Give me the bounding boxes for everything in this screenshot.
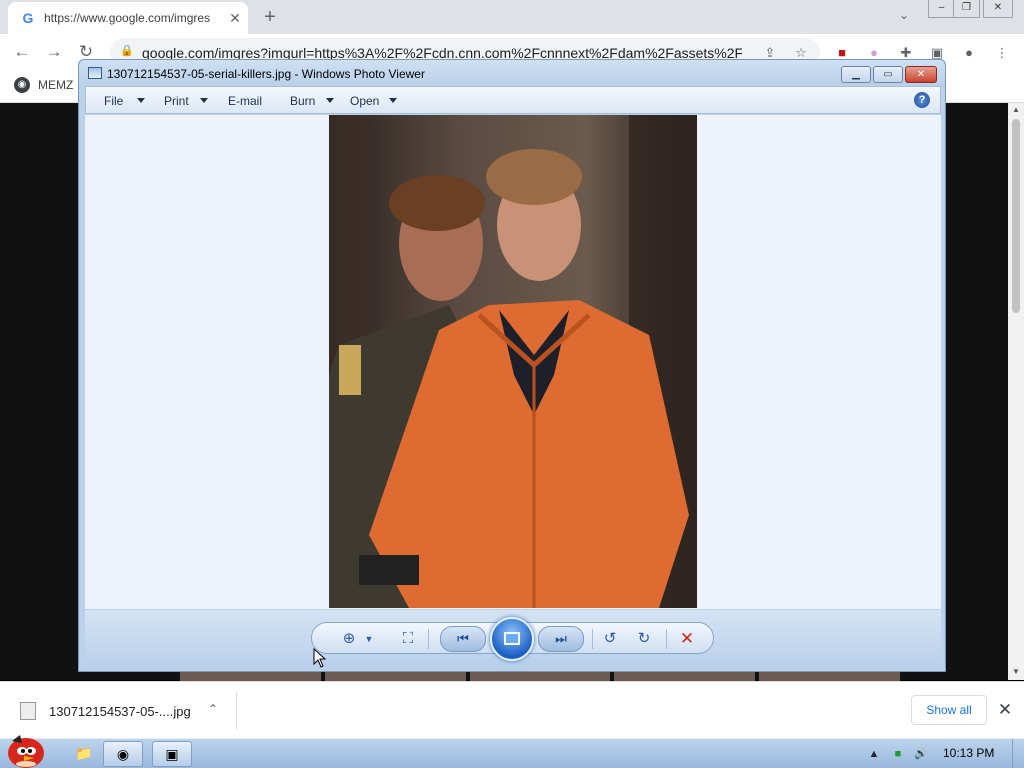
help-icon[interactable]: ? xyxy=(914,92,930,108)
globe-icon: ◉ xyxy=(14,77,30,93)
tab-google-images[interactable]: G https://www.google.com/imgres ✕ xyxy=(8,2,248,34)
pv-maximize-button[interactable]: ▭ xyxy=(873,66,903,83)
back-arrow-icon[interactable]: ← xyxy=(11,42,33,62)
control-bar: ⊕ ▼ ⛶ ⏮ ⏭ ↺ ↻ ✕ xyxy=(311,617,714,661)
previous-button[interactable]: ⏮ xyxy=(440,626,486,652)
close-button[interactable]: ✕ xyxy=(983,0,1013,18)
open-dropdown-icon[interactable] xyxy=(389,98,397,103)
divider xyxy=(236,692,237,730)
menu-email[interactable]: E-mail xyxy=(228,94,262,108)
mouse-cursor-icon xyxy=(313,648,327,668)
tray-expand-icon[interactable]: ▲ xyxy=(867,747,881,761)
photo-viewer-app-icon xyxy=(88,67,102,79)
volume-icon[interactable]: 🔊 xyxy=(914,747,928,761)
image-file-icon xyxy=(20,702,36,720)
slideshow-icon xyxy=(504,632,520,645)
photo-image xyxy=(329,115,697,608)
chrome-taskbar-icon[interactable]: ◉ xyxy=(103,741,143,767)
pv-minimize-button[interactable]: ▁ xyxy=(841,66,871,83)
downloads-bar: 130712154537-05-....jpg ⌃ Show all ✕ xyxy=(0,681,1024,738)
photo-viewer-title: 130712154537-05-serial-killers.jpg - Win… xyxy=(107,67,425,81)
photo-canvas xyxy=(85,115,941,609)
menu-burn[interactable]: Burn xyxy=(290,94,315,108)
slideshow-button[interactable] xyxy=(490,617,534,661)
tab-close-icon[interactable]: ✕ xyxy=(226,9,244,27)
tab-strip: G https://www.google.com/imgres ✕ + ⌄ ‒ … xyxy=(0,0,1024,34)
rotate-clockwise-icon[interactable]: ↻ xyxy=(633,629,655,649)
start-button-angry-bird-icon[interactable] xyxy=(4,731,48,768)
restore-button[interactable]: ❐ xyxy=(953,0,980,18)
chevron-up-icon[interactable]: ⌃ xyxy=(205,702,221,718)
zoom-dropdown-icon[interactable]: ▼ xyxy=(358,629,380,649)
photo-viewer-window: 130712154537-05-serial-killers.jpg - Win… xyxy=(78,59,946,672)
menu-print[interactable]: Print xyxy=(164,94,189,108)
photo-viewer-taskbar-icon[interactable]: ▣ xyxy=(152,741,192,767)
lock-icon[interactable]: 🔒 xyxy=(120,44,134,57)
forward-arrow-icon[interactable]: → xyxy=(43,42,65,62)
rotate-counterclockwise-icon[interactable]: ↺ xyxy=(599,629,621,649)
minimize-button[interactable]: ‒ xyxy=(928,0,955,18)
scroll-thumb[interactable] xyxy=(1012,119,1020,313)
delete-icon[interactable]: ✕ xyxy=(676,628,698,650)
next-button[interactable]: ⏭ xyxy=(538,626,584,652)
pv-close-button[interactable]: ✕ xyxy=(905,66,937,83)
displayed-photo xyxy=(329,115,697,608)
show-desktop-button[interactable] xyxy=(1012,739,1024,768)
file-dropdown-icon[interactable] xyxy=(137,98,145,103)
download-file-name[interactable]: 130712154537-05-....jpg xyxy=(49,704,191,719)
battery-icon[interactable]: ■ xyxy=(891,747,905,761)
tab-title: https://www.google.com/imgres xyxy=(44,11,211,25)
profile-avatar-icon[interactable]: ● xyxy=(961,45,977,61)
separator xyxy=(428,629,429,649)
photo-viewer-titlebar[interactable]: 130712154537-05-serial-killers.jpg - Win… xyxy=(79,60,945,86)
menu-file[interactable]: File xyxy=(104,94,123,108)
zoom-icon[interactable]: ⊕ xyxy=(338,629,360,649)
scroll-down-icon[interactable]: ▼ xyxy=(1011,667,1021,677)
menu-open[interactable]: Open xyxy=(350,94,379,108)
show-all-button[interactable]: Show all xyxy=(911,695,987,725)
bookmark-memz[interactable]: MEMZ xyxy=(38,78,73,92)
separator xyxy=(666,629,667,649)
burn-dropdown-icon[interactable] xyxy=(326,98,334,103)
scroll-up-icon[interactable]: ▲ xyxy=(1011,105,1021,115)
tab-search-chevron-icon[interactable]: ⌄ xyxy=(894,8,914,26)
actual-size-icon[interactable]: ⛶ xyxy=(397,629,419,649)
photo-viewer-controls: ⊕ ▼ ⛶ ⏮ ⏭ ↺ ↻ ✕ xyxy=(85,610,941,670)
google-icon: G xyxy=(22,10,34,26)
new-tab-button[interactable]: + xyxy=(258,5,282,29)
print-dropdown-icon[interactable] xyxy=(200,98,208,103)
photo-viewer-menubar: File Print E-mail Burn Open ? xyxy=(85,86,941,114)
clock[interactable]: 10:13 PM xyxy=(943,746,994,760)
page-scrollbar[interactable]: ▲ ▼ xyxy=(1008,103,1024,680)
menu-dots-icon[interactable]: ⋮ xyxy=(994,45,1010,61)
file-explorer-icon[interactable]: 📁 xyxy=(64,741,104,767)
taskbar: 📁 ◉ ▣ ▲ ■ 🔊 10:13 PM xyxy=(0,735,1024,768)
separator xyxy=(592,629,593,649)
close-downloads-icon[interactable]: ✕ xyxy=(996,701,1014,719)
